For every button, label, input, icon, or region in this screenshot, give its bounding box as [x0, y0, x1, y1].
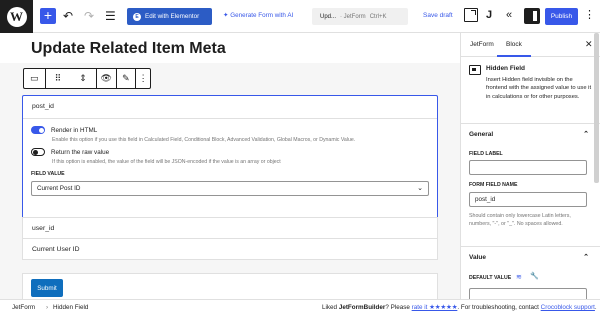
- redo-icon[interactable]: ↷: [84, 9, 94, 23]
- user-id-value-row[interactable]: Current User ID: [22, 238, 438, 260]
- form-field-name-input[interactable]: post_id: [469, 192, 587, 207]
- breadcrumb-jetform[interactable]: JetForm: [12, 304, 35, 311]
- rate-it-link[interactable]: rate it ★★★★★: [412, 304, 458, 311]
- raw-value-toggle[interactable]: [31, 148, 45, 156]
- command-shortcut: Ctrl+K: [369, 13, 387, 20]
- block-card-title: Hidden Field: [486, 65, 525, 72]
- dynamic-data-icon[interactable]: ≋: [516, 273, 522, 281]
- field-label-caption: FIELD LABEL: [469, 151, 503, 157]
- active-tab-indicator: [497, 55, 531, 57]
- sparkle-icon: ✦: [223, 12, 229, 19]
- render-html-help: Enable this option if you use this field…: [52, 137, 356, 143]
- feedback-suffix: . For troubleshooting, contact: [457, 304, 541, 311]
- tab-jetform[interactable]: JetForm: [470, 41, 494, 48]
- drag-handle-icon[interactable]: ⠿: [55, 73, 62, 84]
- collapse-icon[interactable]: «: [506, 9, 512, 22]
- toggle-knob: [33, 149, 38, 155]
- toggle-knob: [38, 127, 44, 133]
- chevron-up-icon: ⌃: [583, 254, 589, 261]
- hidden-field-block-post-id[interactable]: post_id Render in HTML Enable this optio…: [22, 95, 438, 234]
- raw-value-help: If this option is enabled, the value of …: [52, 159, 281, 165]
- generate-form-ai-label: Generate Form with AI: [230, 12, 294, 19]
- form-field-name-help: Should contain only lowercase Latin lett…: [469, 213, 571, 227]
- footer-bar: JetForm › Hidden Field Liked JetFormBuil…: [0, 299, 600, 315]
- add-block-button[interactable]: +: [40, 8, 56, 24]
- jetformbuilder-icon[interactable]: J: [486, 9, 492, 22]
- divider: [23, 118, 437, 119]
- edit-with-elementor-label: Edit with Elementor: [145, 13, 200, 20]
- render-html-label: Render in HTML: [51, 126, 98, 134]
- raw-value-row: Return the raw value: [31, 148, 109, 156]
- breadcrumb-separator: ›: [46, 304, 49, 311]
- block-card-description: Insert Hidden field invisible on the fro…: [486, 77, 592, 100]
- block-transform-icon[interactable]: ▭: [24, 69, 46, 88]
- sidebar-tabs: JetForm Block ✕: [461, 33, 600, 57]
- page-title[interactable]: Update Related Item Meta: [31, 40, 226, 58]
- render-html-toggle[interactable]: [31, 126, 45, 134]
- wrench-icon[interactable]: 🔧: [530, 272, 539, 280]
- command-post-type: · JetForm: [340, 13, 366, 20]
- block-mover[interactable]: ⠿ ⇕: [46, 69, 97, 88]
- tab-block[interactable]: Block: [506, 41, 522, 48]
- feedback-message: Liked JetFormBuilder? Please rate it ★★★…: [322, 304, 597, 311]
- feedback-end: .: [594, 304, 597, 311]
- field-label-input[interactable]: [469, 160, 587, 175]
- form-field-name-caption: FORM FIELD NAME: [469, 182, 518, 188]
- sidebar-scrollbar[interactable]: [594, 33, 599, 183]
- hidden-field-icon: [469, 65, 481, 75]
- raw-value-label: Return the raw value: [51, 148, 110, 156]
- settings-sidebar-toggle[interactable]: [524, 8, 540, 24]
- feedback-middle: ? Please: [385, 304, 412, 311]
- move-up-down-icon[interactable]: ⇕: [79, 73, 87, 84]
- close-icon[interactable]: ✕: [585, 39, 593, 50]
- settings-sidebar: JetForm Block ✕ Hidden Field Insert Hidd…: [460, 33, 600, 299]
- edit-with-elementor-button[interactable]: E Edit with Elementor: [127, 8, 212, 25]
- crocoblock-support-link[interactable]: Crocoblock support: [541, 304, 595, 311]
- render-html-row: Render in HTML: [31, 126, 97, 134]
- feedback-brand: JetFormBuilder: [338, 304, 386, 311]
- value-panel-header[interactable]: Value ⌃: [461, 246, 600, 268]
- block-toolbar: ▭ ⠿ ⇕ 👁 ✎ ⋮: [23, 68, 151, 89]
- field-name-label: post_id: [32, 103, 54, 110]
- default-value-input[interactable]: [469, 288, 587, 299]
- field-value-select[interactable]: Current Post ID ⌄: [31, 181, 429, 196]
- undo-icon[interactable]: ↶: [63, 9, 73, 23]
- save-draft-button[interactable]: Save draft: [423, 12, 453, 19]
- chevron-up-icon: ⌃: [583, 131, 589, 138]
- general-panel-header[interactable]: General ⌃: [461, 123, 600, 145]
- editor-top-toolbar: W + ↶ ↷ ☰ E Edit with Elementor ✦ Generat…: [0, 0, 600, 33]
- elementor-icon: E: [133, 12, 141, 21]
- chevron-down-icon: ⌄: [417, 185, 423, 192]
- submit-button[interactable]: Submit: [31, 279, 63, 297]
- breadcrumb-hidden-field[interactable]: Hidden Field: [53, 304, 88, 311]
- field-value-selected: Current Post ID: [37, 185, 81, 192]
- document-overview-icon[interactable]: ☰: [105, 9, 116, 23]
- field-value-label: FIELD VALUE: [31, 171, 65, 177]
- default-value-caption: DEFAULT VALUE: [469, 275, 512, 281]
- style-brush-icon[interactable]: ✎: [117, 69, 137, 88]
- wordpress-icon: W: [6, 6, 27, 27]
- view-post-icon[interactable]: [464, 8, 478, 22]
- feedback-prefix: Liked: [322, 304, 339, 311]
- options-menu-icon[interactable]: ⋮: [584, 9, 595, 22]
- wordpress-logo-button[interactable]: W: [0, 0, 33, 33]
- visibility-icon[interactable]: 👁: [97, 69, 117, 88]
- editor-canvas: Update Related Item Meta ▭ ⠿ ⇕ 👁 ✎ ⋮ pos…: [0, 33, 460, 299]
- value-panel-title: Value: [469, 254, 486, 261]
- publish-button[interactable]: Publish: [545, 8, 578, 25]
- command-palette-button[interactable]: Upd... · JetForm Ctrl+K: [312, 8, 408, 25]
- submit-block: Submit: [22, 273, 438, 299]
- general-panel-title: General: [469, 131, 494, 138]
- command-document-title: Upd...: [320, 13, 337, 20]
- hidden-field-block-user-id[interactable]: user_id: [22, 217, 438, 239]
- generate-form-ai-button[interactable]: ✦ Generate Form with AI: [223, 12, 293, 19]
- block-options-icon[interactable]: ⋮: [136, 69, 150, 88]
